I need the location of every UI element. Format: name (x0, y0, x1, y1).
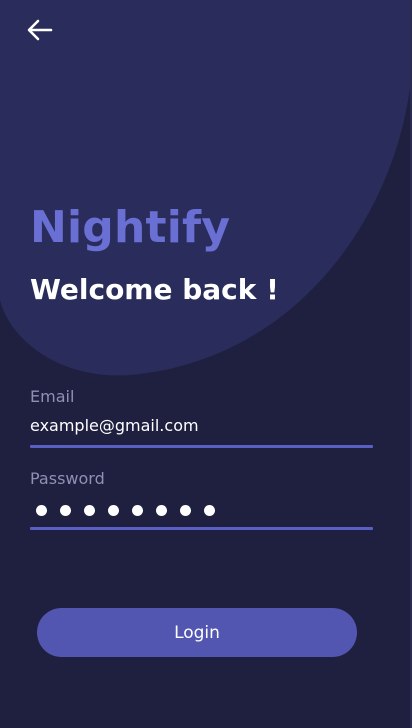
login-screen: Nightify Welcome back ! Email Password L… (0, 0, 412, 728)
password-dot (180, 505, 191, 516)
password-field[interactable] (36, 505, 215, 516)
password-dot (60, 505, 71, 516)
password-dot (156, 505, 167, 516)
password-dot (36, 505, 47, 516)
brand-title: Nightify (30, 202, 231, 253)
back-button[interactable] (22, 14, 58, 46)
arrow-left-icon (27, 19, 53, 41)
password-dot (132, 505, 143, 516)
password-dot (84, 505, 95, 516)
password-underline (30, 527, 373, 530)
login-button[interactable]: Login (37, 608, 357, 657)
password-dot (204, 505, 215, 516)
welcome-heading: Welcome back ! (30, 273, 279, 306)
password-label: Password (30, 469, 105, 488)
email-field[interactable] (30, 416, 370, 436)
email-underline (30, 445, 373, 448)
password-dot (108, 505, 119, 516)
email-label: Email (30, 387, 75, 406)
